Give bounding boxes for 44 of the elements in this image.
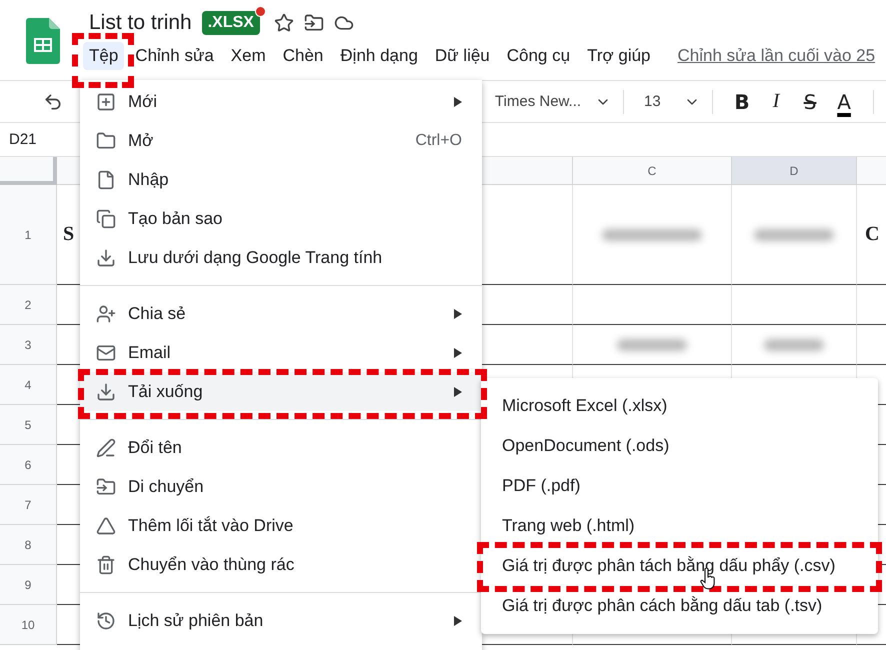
row-header[interactable]: 1: [0, 185, 57, 285]
row-header[interactable]: 3: [0, 325, 57, 365]
format-button[interactable]: B: [725, 90, 760, 114]
shortcut-text: Ctrl+O: [415, 132, 462, 150]
last-edit-link[interactable]: Chỉnh sửa lần cuối vào 25: [678, 46, 876, 66]
menu-option[interactable]: Mở Ctrl+O: [80, 121, 482, 160]
menu-option[interactable]: OpenDocument (.ods): [481, 426, 878, 466]
document-title[interactable]: List to trinh: [89, 11, 192, 35]
format-button[interactable]: S: [793, 90, 828, 114]
menu-item[interactable]: Chỉnh sửa: [129, 42, 220, 70]
menu-option[interactable]: Chia sẻ: [80, 294, 482, 333]
column-header[interactable]: C: [573, 157, 732, 185]
menu-option[interactable]: Email: [80, 333, 482, 372]
cell-text: S: [63, 223, 74, 246]
row-header[interactable]: 8: [0, 525, 57, 565]
menu-option[interactable]: Lưu dưới dạng Google Trang tính: [80, 238, 482, 277]
row-header[interactable]: 5: [0, 405, 57, 445]
row-header[interactable]: 10: [0, 605, 57, 645]
menu-item[interactable]: Trợ giúp: [581, 42, 657, 70]
cell-text: C: [865, 223, 880, 246]
menu-item[interactable]: Dữ liệu: [428, 42, 496, 70]
menu-item[interactable]: Định dạng: [334, 42, 424, 70]
row-header[interactable]: 7: [0, 485, 57, 525]
row-header[interactable]: 6: [0, 445, 57, 485]
menu-item[interactable]: Tệp: [83, 42, 124, 70]
menu-item[interactable]: Xem: [224, 42, 272, 70]
row-header[interactable]: 2: [0, 285, 57, 325]
column-header[interactable]: D: [732, 157, 857, 185]
format-button[interactable]: A: [827, 90, 862, 114]
row-header[interactable]: 4: [0, 365, 57, 405]
menu-option[interactable]: Tạo bản sao: [80, 199, 482, 238]
row-header[interactable]: 9: [0, 565, 57, 605]
menu-option[interactable]: Nhập: [80, 160, 482, 199]
menu-option[interactable]: PDF (.pdf): [481, 466, 878, 506]
name-box[interactable]: D21: [9, 131, 37, 148]
font-select[interactable]: Times New...: [494, 93, 582, 110]
menu-option[interactable]: Mới: [80, 82, 482, 121]
menu-option[interactable]: Tải xuống: [80, 372, 482, 411]
font-size-select[interactable]: 13: [644, 93, 684, 110]
menu-option[interactable]: Lịch sử phiên bản: [80, 601, 482, 640]
menu-option[interactable]: Microsoft Excel (.xlsx): [481, 386, 878, 426]
menu-item[interactable]: Chèn: [276, 42, 330, 70]
menu-item[interactable]: Công cụ: [500, 42, 576, 70]
format-button[interactable]: I: [759, 90, 794, 113]
